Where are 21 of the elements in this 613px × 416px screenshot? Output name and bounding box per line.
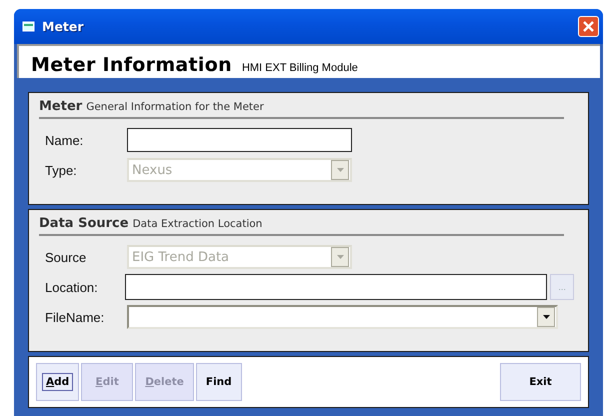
action-button[interactable]: Find — [196, 363, 242, 401]
section-title: Data Source — [39, 216, 129, 231]
window-icon — [22, 20, 36, 32]
close-button[interactable] — [578, 16, 599, 37]
field-label: Name: — [44, 132, 84, 148]
header-title: Meter Information — [31, 54, 232, 76]
section-subtitle: General Information for the Meter — [86, 101, 264, 113]
field-label: Source — [44, 250, 88, 264]
text-field[interactable] — [127, 128, 352, 152]
section-subtitle: Data Extraction Location — [132, 218, 262, 230]
text-field[interactable] — [125, 274, 548, 300]
close-icon — [582, 20, 595, 33]
action-button[interactable]: Add — [36, 363, 80, 401]
field-label: Location: — [44, 280, 99, 294]
field-label: FileName: — [44, 310, 106, 324]
header-subtitle: HMI EXT Billing Module — [242, 62, 358, 74]
dropdown-field[interactable] — [127, 305, 558, 329]
field-label: Type: — [44, 162, 78, 178]
section-title: Meter — [39, 99, 82, 114]
window-title: Meter — [42, 19, 85, 34]
action-button[interactable]: Exit — [500, 363, 581, 401]
